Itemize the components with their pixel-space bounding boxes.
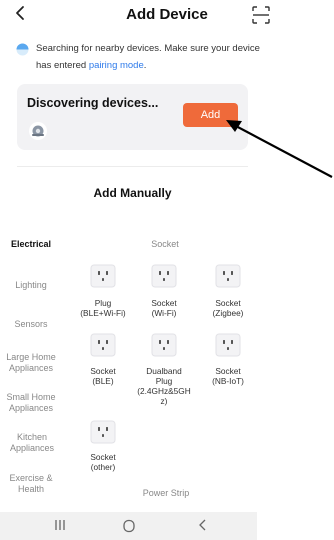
searching-indicator-icon [16,43,29,56]
device-label: Socket (Wi-Fi) [151,298,177,318]
back-icon[interactable] [197,517,209,533]
device-label: Socket (BLE) [90,366,116,386]
category-large-home-appliances[interactable]: Large Home Appliances [2,352,60,374]
annotation-arrow-icon [226,120,333,178]
plug-socket-icon [151,333,177,357]
plug-socket-icon [90,333,116,357]
category-small-home-appliances[interactable]: Small Home Appliances [2,392,60,414]
device-icon [32,125,44,137]
device-label: Socket (NB-IoT) [212,366,244,386]
scan-icon [252,6,270,24]
device-label: Socket (other) [90,452,116,472]
device-label: Socket (Zigbee) [212,298,244,318]
discovering-card: Discovering devices... Add [17,84,248,150]
system-nav-bar [0,512,334,540]
plug-socket-icon [90,264,116,288]
recent-apps-icon[interactable] [52,518,68,532]
divider [17,166,248,167]
category-electrical[interactable]: Electrical [0,239,62,250]
home-icon[interactable] [122,519,136,533]
header: Add Device [0,0,334,32]
plug-socket-icon [215,264,241,288]
search-text: Searching for nearby devices. Make sure … [36,40,276,74]
category-kitchen-appliances[interactable]: Kitchen Appliances [4,432,60,454]
page-title: Add Device [126,6,208,23]
search-message: Searching for nearby devices. Make sure … [36,43,260,71]
category-sensors[interactable]: Sensors [0,319,62,330]
add-manually-title: Add Manually [93,186,172,200]
power-strip-section-header: Power Strip [142,488,190,498]
scan-button[interactable] [252,6,270,24]
category-lighting[interactable]: Lighting [0,280,62,291]
plug-socket-icon [90,420,116,444]
device-label: Plug (BLE+Wi-Fi) [80,298,126,318]
device-label: Dualband Plug (2.4GHz&5GH z) [137,366,191,406]
discovering-title: Discovering devices... [27,96,159,110]
plug-socket-icon [151,264,177,288]
discovered-device-thumbnail[interactable] [29,122,47,140]
plug-socket-icon [215,333,241,357]
category-exercise-health[interactable]: Exercise & Health [4,473,58,495]
search-suffix: . [143,60,147,71]
socket-section-header: Socket [151,239,179,249]
pairing-mode-link[interactable]: pairing mode [89,60,144,71]
